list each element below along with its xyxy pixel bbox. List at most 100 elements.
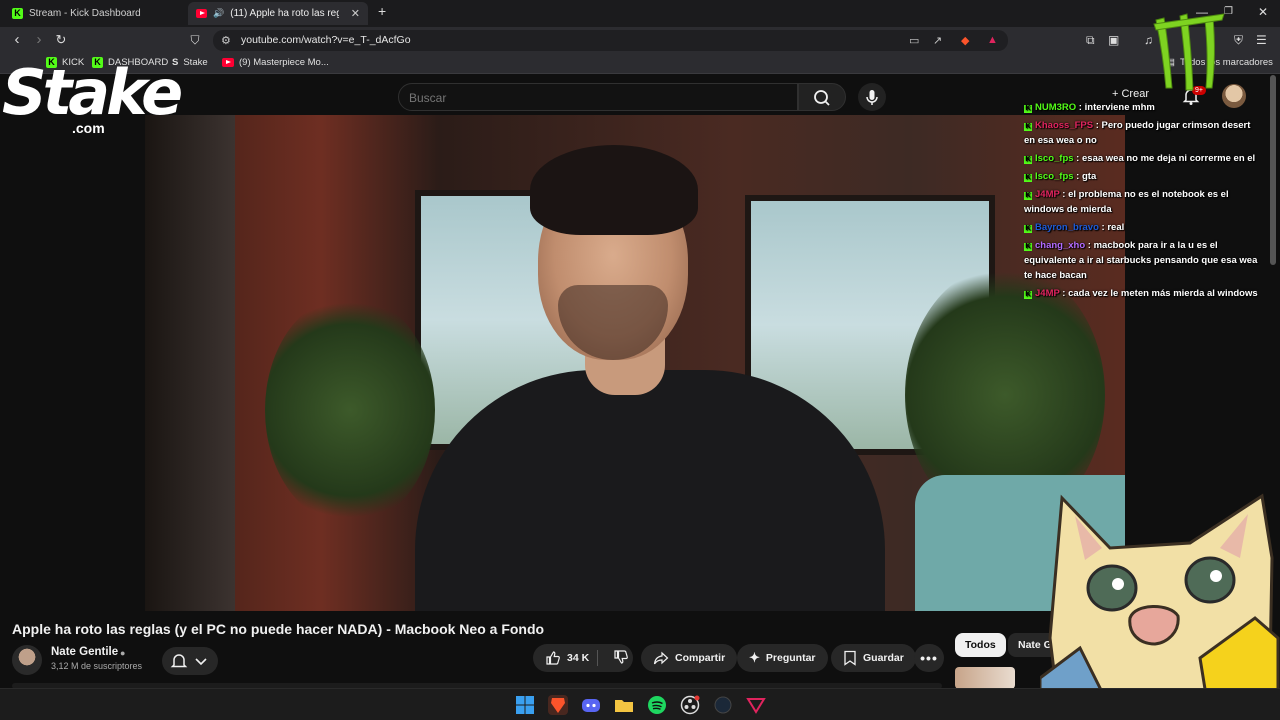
scrollbar[interactable] — [1270, 75, 1276, 265]
thumbs-down-icon — [614, 649, 629, 664]
extensions-icon[interactable]: ⧉ — [1086, 33, 1095, 48]
share-button[interactable]: Compartir — [641, 644, 738, 672]
stake-logo-text: Stake — [2, 56, 183, 129]
close-window-icon[interactable]: ✕ — [1258, 5, 1268, 19]
ask-button[interactable]: ✦ Preguntar — [737, 644, 828, 672]
forward-icon[interactable]: › — [30, 31, 48, 49]
file-explorer-icon[interactable] — [614, 695, 634, 715]
chat-username: Isco_fps — [1035, 153, 1074, 164]
start-menu-icon[interactable] — [515, 695, 535, 715]
brave-lion-icon — [551, 698, 565, 713]
microphone-icon — [866, 90, 878, 105]
ask-label: Preguntar — [765, 652, 816, 664]
recommended-video-thumbnail[interactable] — [955, 667, 1015, 689]
back-icon[interactable]: ‹ — [8, 31, 26, 49]
windows-icon — [516, 696, 534, 714]
search-input[interactable] — [409, 91, 779, 105]
chat-username: NUM3RO — [1035, 102, 1077, 113]
chip-all[interactable]: Todos — [955, 633, 1006, 657]
brave-browser-icon[interactable] — [548, 695, 568, 715]
url-field[interactable]: ⚙ youtube.com/watch?v=e_T-_dAcfGo ▭ ↗ ◆ … — [213, 30, 1008, 51]
discord-icon[interactable] — [581, 695, 601, 715]
youtube-icon — [222, 58, 234, 67]
save-label: Guardar — [863, 652, 904, 664]
kick-icon: K — [12, 8, 23, 19]
app-icon[interactable] — [746, 695, 766, 715]
bookmark-save-icon — [844, 650, 856, 666]
chat-username: Khaoss_FPS — [1035, 120, 1094, 131]
kick-badge-icon: K — [1024, 225, 1032, 233]
os-taskbar — [0, 688, 1280, 720]
spotify-icon[interactable] — [647, 695, 667, 715]
voice-search-button[interactable] — [858, 83, 886, 111]
vpn-icon[interactable]: ⛨ — [1234, 33, 1243, 48]
like-count: 34 K — [567, 652, 590, 664]
video-title: Apple ha roto las reglas (y el PC no pue… — [12, 621, 545, 637]
chat-separator: : — [1059, 189, 1069, 200]
chat-username: Bayron_bravo — [1035, 222, 1099, 233]
video-player[interactable] — [145, 115, 1125, 611]
cast-icon[interactable]: ▭ — [909, 34, 919, 47]
address-bar-row: ‹ › ↻ ⛉ ⚙ youtube.com/watch?v=e_T-_dAcfG… — [0, 27, 1280, 54]
new-tab-button[interactable]: + — [378, 3, 386, 19]
tab-title: Stream - Kick Dashboard — [29, 8, 141, 19]
speaker-icon: 🔊 — [213, 8, 225, 18]
chat-separator: : — [1073, 153, 1082, 164]
more-actions-button[interactable]: ••• — [914, 644, 944, 672]
verified-icon: ● — [120, 648, 126, 658]
stake-logo: Stake .com — [2, 58, 183, 138]
kick-badge-icon: K — [1024, 291, 1032, 299]
chat-message: K J4MP : el problema no es el notebook es… — [1024, 187, 1260, 217]
kick-badge-icon: K — [1024, 156, 1032, 164]
reload-icon[interactable]: ↻ — [52, 31, 70, 49]
bell-icon — [170, 654, 207, 668]
search-box[interactable] — [398, 83, 798, 111]
tab-youtube-video[interactable]: 🔊 (11) Apple ha roto las reglas ( ✕ — [188, 2, 368, 25]
sparkle-icon: ✦ — [749, 650, 760, 665]
share-icon — [653, 651, 669, 665]
save-button[interactable]: Guardar — [831, 644, 916, 672]
tab-kick-dashboard[interactable]: K Stream - Kick Dashboard — [4, 2, 184, 25]
chat-message: K Khaoss_FPS : Pero puedo jugar crimson d… — [1024, 118, 1260, 148]
tab-search-icon[interactable]: ▣ — [1108, 33, 1119, 47]
brave-rewards-icon[interactable]: ▲ — [987, 34, 998, 46]
chat-separator: : — [1076, 102, 1085, 113]
presenter-body — [415, 370, 885, 611]
chat-separator: : — [1085, 240, 1094, 251]
chat-message: K Isco_fps : esaa wea no me deja ni corre… — [1024, 151, 1260, 166]
subscription-bell-button[interactable] — [162, 647, 218, 675]
share-url-icon[interactable]: ↗ — [933, 34, 942, 47]
chat-text: cada vez le meten más mierda al windows — [1068, 288, 1258, 299]
channel-name[interactable]: Nate Gentile — [51, 646, 118, 658]
create-label: Crear — [1121, 88, 1149, 100]
create-button[interactable]: + Crear — [1112, 88, 1149, 100]
menu-icon[interactable]: ☰ — [1256, 33, 1267, 47]
chat-text: gta — [1082, 171, 1097, 182]
like-dislike-group: 34 K — [533, 644, 633, 672]
chat-separator: : — [1093, 120, 1102, 131]
obs-studio-icon[interactable] — [680, 695, 700, 715]
like-button[interactable]: 34 K — [545, 650, 589, 666]
chat-text: esaa wea no me deja ni correrme en el — [1082, 153, 1256, 164]
presenter-hair — [530, 145, 698, 235]
dislike-button[interactable] — [613, 649, 629, 668]
share-label: Compartir — [675, 652, 726, 664]
background-plant — [265, 295, 435, 525]
chat-message: K NUM3RO : interviene mhm — [1024, 100, 1260, 115]
cat-mascot-overlay — [1040, 493, 1280, 720]
bookmark-icon[interactable]: ⛉ — [186, 31, 204, 49]
search-button[interactable] — [798, 83, 846, 111]
bookmark-label: (9) Masterpiece Mo... — [239, 57, 329, 68]
bookmarks-bar: K KICK K DASHBOARD S Stake (9) Masterpie… — [0, 54, 1280, 74]
chat-message: K Isco_fps : gta — [1024, 169, 1260, 184]
channel-avatar[interactable] — [12, 645, 42, 675]
chat-separator: : — [1059, 288, 1069, 299]
brave-shields-icon[interactable]: ◆ — [961, 34, 969, 47]
steam-icon[interactable] — [713, 695, 733, 715]
close-tab-icon[interactable]: ✕ — [351, 7, 360, 20]
chat-message: Kchang_xho : macbook para ir a la u es e… — [1024, 238, 1260, 283]
chat-message: K Bayron_bravo : real — [1024, 220, 1260, 235]
site-settings-icon[interactable]: ⚙ — [221, 34, 231, 47]
bookmark-masterpiece[interactable]: (9) Masterpiece Mo... — [222, 57, 329, 68]
url-text: youtube.com/watch?v=e_T-_dAcfGo — [241, 34, 411, 46]
